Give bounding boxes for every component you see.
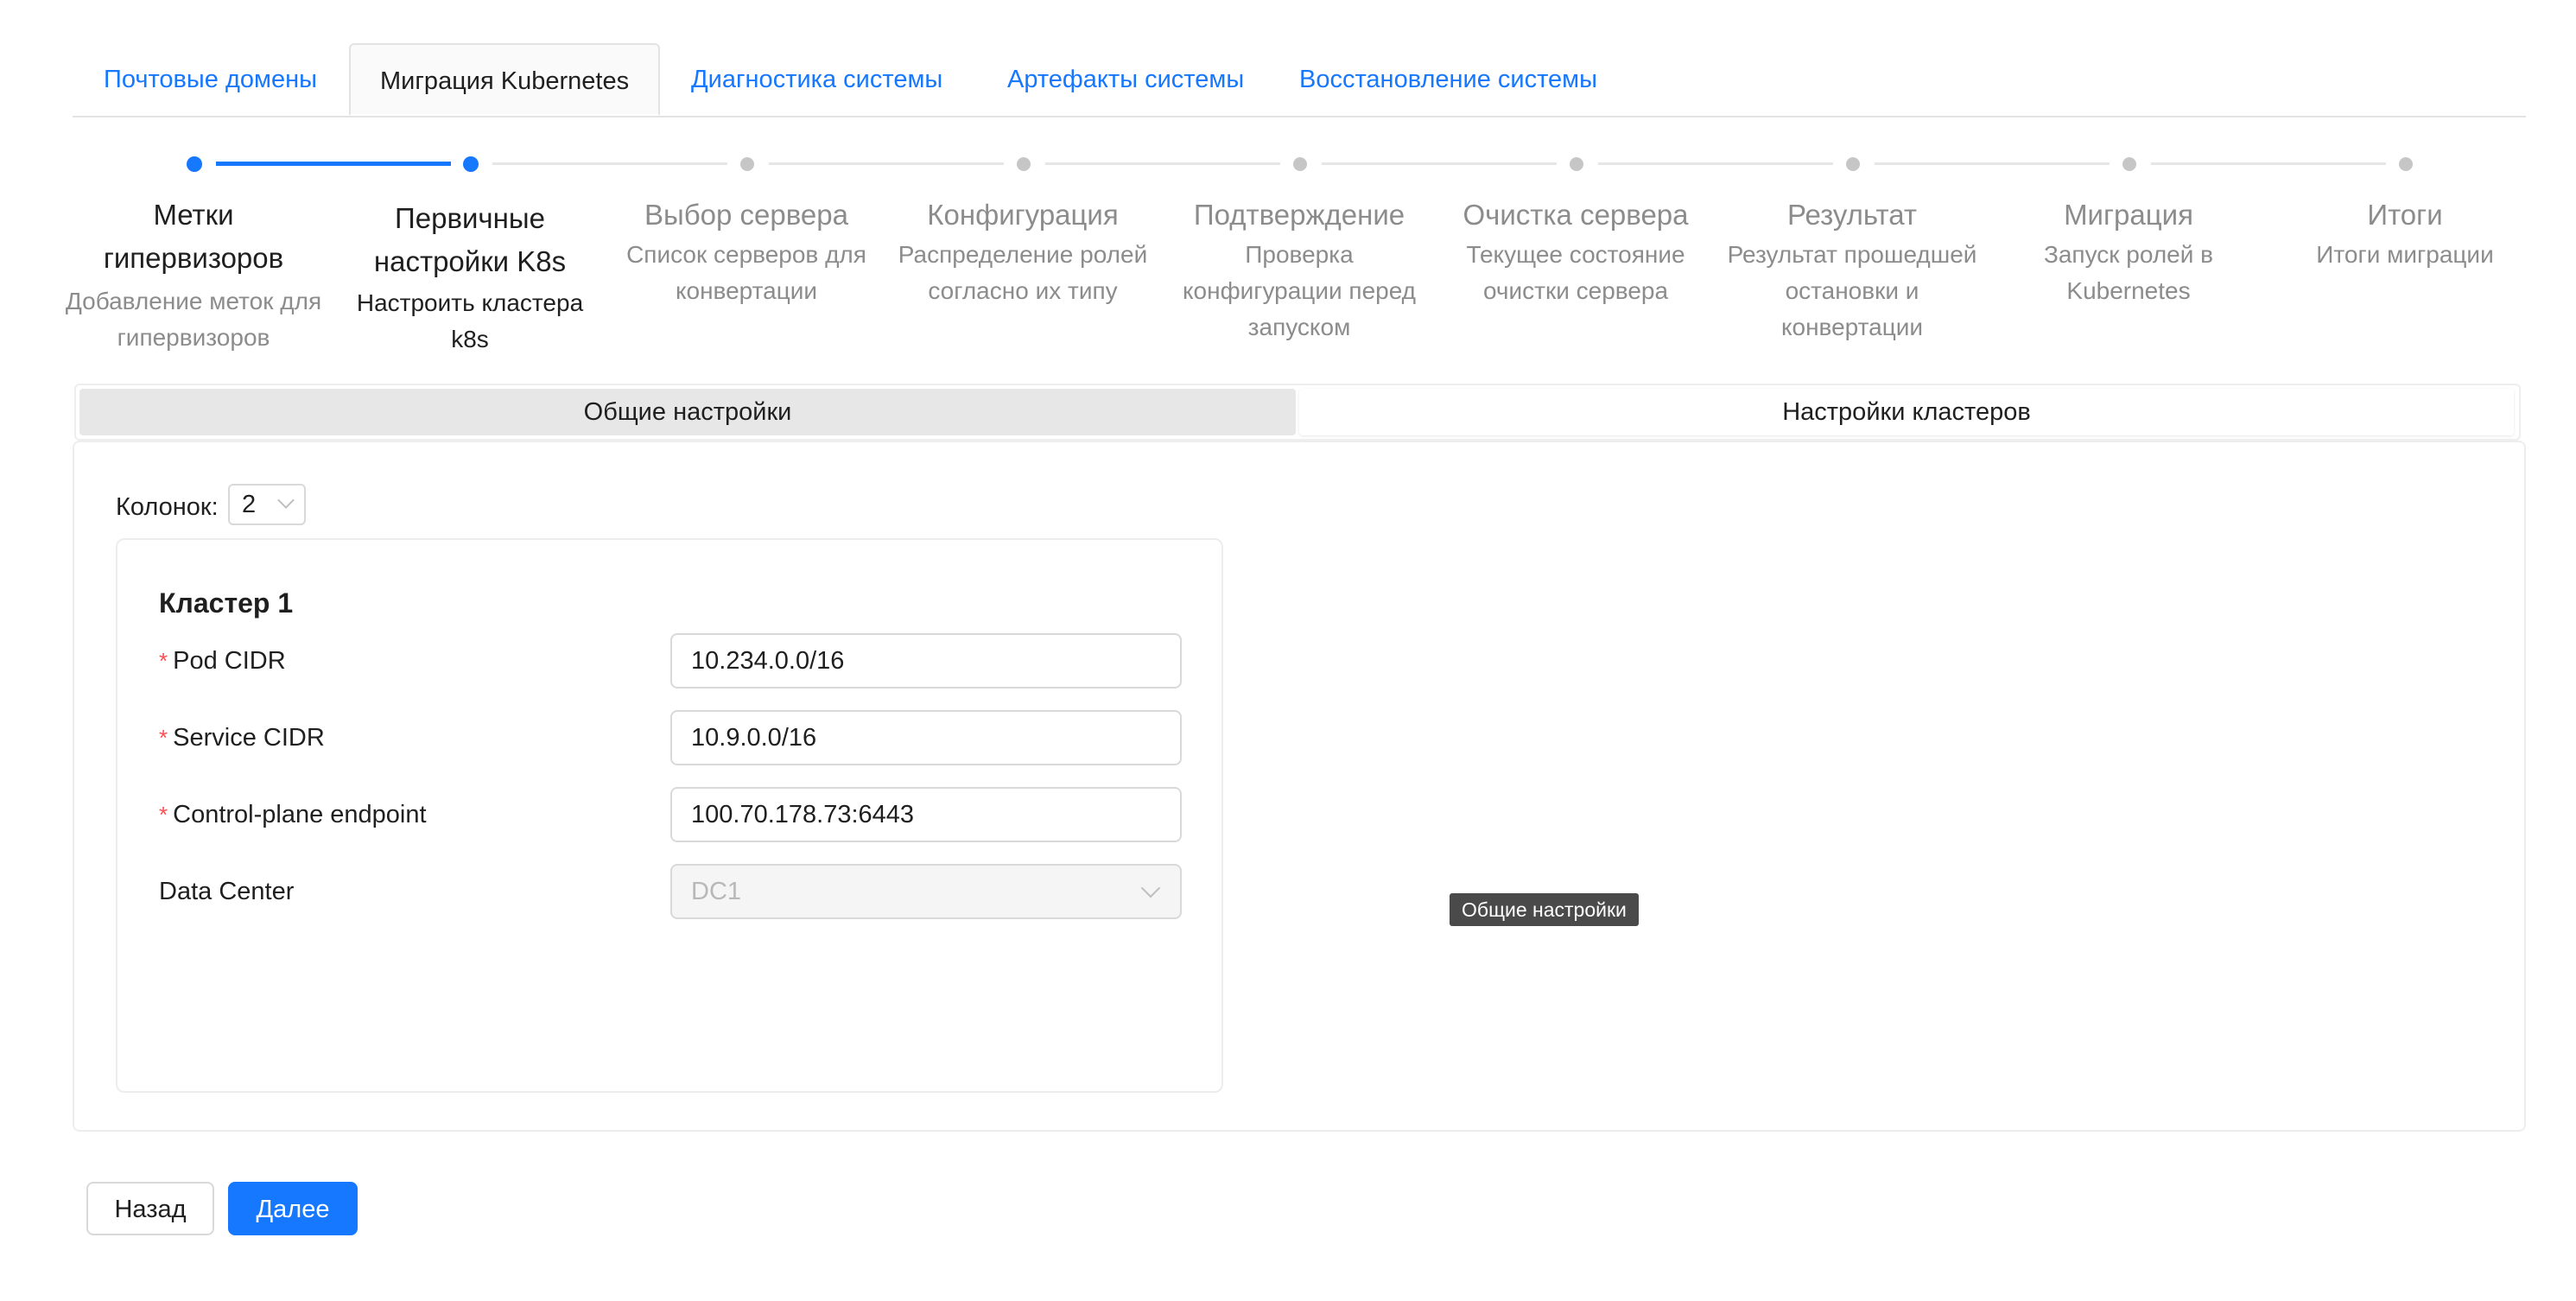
step-title: Миграция [2064, 199, 2193, 231]
step-dot-server-selection[interactable] [740, 157, 754, 171]
step-title: Очистка сервера [1462, 199, 1689, 231]
step-dot-server-cleanup[interactable] [1570, 157, 1583, 171]
tooltip: Общие настройки [1450, 893, 1639, 926]
step-title: Подтверждение [1193, 199, 1405, 231]
step-dot-result[interactable] [1846, 157, 1860, 171]
step-title: Первичные настройки K8s [373, 202, 567, 277]
columns-select[interactable]: 2 [228, 484, 306, 525]
step-dot-migration[interactable] [2122, 157, 2136, 171]
segment-cluster-settings[interactable]: Настройки кластеров [1299, 389, 2514, 435]
step-title: Результат [1786, 199, 1918, 231]
step-description: Проверка конфигурации перед запуском [1182, 241, 1417, 340]
tab-system-recovery[interactable]: Восстановление системы [1299, 43, 1597, 116]
top-tabs: Почтовые домены Миграция Kubernetes Диаг… [73, 43, 2526, 117]
step-description: Результат прошедшей остановки и конверта… [1727, 241, 1977, 340]
back-button[interactable]: Назад [86, 1182, 214, 1235]
step-description: Распределение ролей согласно их типу [898, 241, 1148, 304]
step-dot-k8s-settings[interactable] [463, 156, 479, 172]
chevron-down-icon [277, 492, 295, 509]
control-plane-endpoint-label: * Control-plane endpoint [159, 797, 427, 832]
service-cidr-label: * Service CIDR [159, 720, 325, 755]
pod-cidr-input[interactable] [670, 633, 1182, 689]
step-dot-configuration[interactable] [1017, 157, 1031, 171]
next-button[interactable]: Далее [228, 1182, 358, 1235]
step-connector [1045, 162, 1280, 165]
step-connector [216, 162, 451, 166]
step-connector [1875, 162, 2110, 165]
step-description: Настроить кластера k8s [356, 289, 584, 352]
data-center-select-value: DC1 [691, 878, 742, 905]
step-dot-confirmation[interactable] [1293, 157, 1307, 171]
step-connector [1322, 162, 1557, 165]
service-cidr-input[interactable] [670, 710, 1182, 765]
data-center-label: Data Center [159, 878, 295, 905]
segment-general-settings[interactable]: Общие настройки [79, 389, 1296, 435]
step-title: Конфигурация [927, 199, 1119, 231]
control-plane-endpoint-label-text: Control-plane endpoint [173, 801, 427, 828]
step-description: Список серверов для конвертации [626, 241, 866, 304]
pod-cidr-label-text: Pod CIDR [173, 647, 286, 675]
tab-system-diagnostics[interactable]: Диагностика системы [691, 43, 942, 116]
step-dot-summary[interactable] [2399, 157, 2413, 171]
control-plane-endpoint-input[interactable] [670, 787, 1182, 842]
step-title: Выбор сервера [644, 199, 848, 231]
required-mark: * [159, 725, 168, 751]
required-mark: * [159, 648, 168, 674]
step-description: Запуск ролей в Kubernetes [2043, 241, 2214, 304]
step-title: Итоги [2367, 199, 2443, 231]
step-connector [1598, 162, 1833, 165]
service-cidr-label-text: Service CIDR [173, 724, 325, 752]
step-connector [2151, 162, 2386, 165]
step-description: Добавление меток для гипервизоров [65, 288, 322, 351]
settings-segmented-control: Общие настройки Настройки кластеров [74, 384, 2521, 441]
tab-kubernetes-migration[interactable]: Миграция Kubernetes [349, 43, 661, 116]
tab-system-artifacts[interactable]: Артефакты системы [1007, 43, 1244, 116]
cluster-card-title: Кластер 1 [159, 587, 294, 619]
step-connector [769, 162, 1004, 165]
step-title: Метки гипервизоров [103, 199, 284, 274]
step-description: Текущее состояние очистки сервера [1466, 241, 1685, 304]
data-center-select[interactable]: DC1 [670, 864, 1182, 919]
step-description: Итоги миграции [2316, 241, 2494, 268]
columns-select-value: 2 [242, 491, 257, 518]
columns-label: Колонок: [116, 493, 219, 521]
tab-mail-domains[interactable]: Почтовые домены [104, 43, 317, 116]
pod-cidr-label: * Pod CIDR [159, 644, 286, 678]
step-connector [492, 162, 727, 165]
chevron-down-icon [1140, 878, 1161, 898]
required-mark: * [159, 802, 168, 828]
step-dot-hypervisor-labels[interactable] [187, 156, 202, 172]
